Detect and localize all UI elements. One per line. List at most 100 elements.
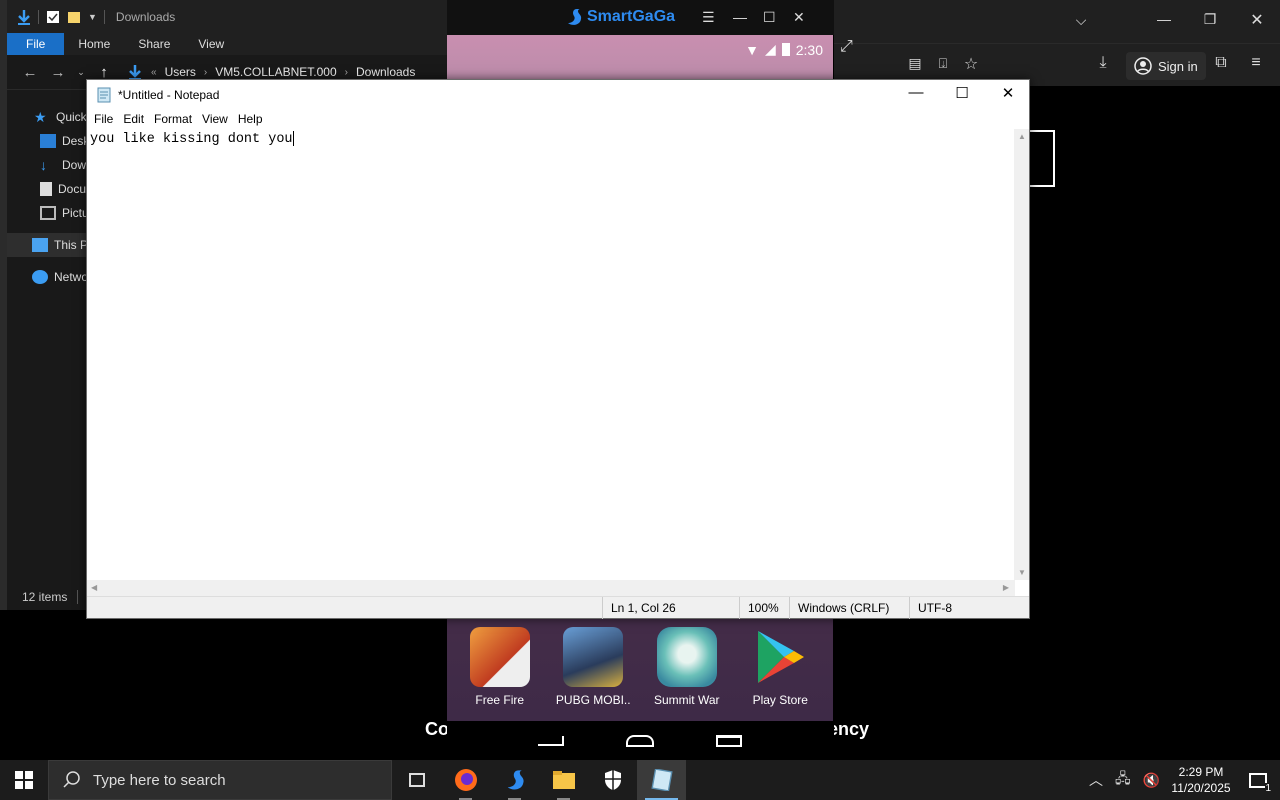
ribbon-tab-home[interactable]: Home	[64, 33, 124, 55]
android-recents-icon[interactable]	[716, 734, 742, 747]
emulator-minimize-icon[interactable]: —	[733, 9, 747, 25]
fullscreen-icon[interactable]: ⤢	[840, 38, 864, 56]
nav-item-this-pc[interactable]: This PC	[7, 233, 87, 257]
smartgaga-swan-icon	[568, 9, 582, 25]
minimize-icon[interactable]: —	[1149, 11, 1179, 27]
task-view-button[interactable]	[392, 760, 441, 800]
nav-item-quick-access[interactable]: ★ Quick access	[7, 105, 87, 129]
back-arrow-icon[interactable]: ←	[21, 64, 39, 81]
emulator-close-icon[interactable]: ✕	[793, 9, 805, 26]
ribbon-tab-file[interactable]: File	[7, 33, 65, 55]
volume-muted-icon[interactable]: 🔇	[1137, 772, 1166, 789]
summit-war-app-icon	[656, 627, 717, 687]
sign-in-button[interactable]: Sign in	[1126, 52, 1206, 80]
breadcrumb-item-user[interactable]: VM5.COLLABNET.000	[215, 65, 336, 79]
breadcrumb-separator-icon[interactable]: ›	[345, 67, 348, 78]
taskbar-clock[interactable]: 2:29 PM 11/20/2025	[1166, 764, 1236, 796]
nav-item-pictures[interactable]: Pictures	[7, 201, 87, 225]
windows-logo-icon	[15, 771, 33, 789]
start-button[interactable]	[0, 760, 48, 800]
free-fire-app-icon	[469, 627, 530, 687]
page-text-left: Co	[425, 719, 449, 739]
network-status-icon[interactable]: 🖧	[1109, 768, 1137, 792]
tab-list-chevron-icon[interactable]: ⌵	[1066, 12, 1096, 29]
browser-titlebar: ⌵ — ❐ ✕	[834, 0, 1280, 43]
taskbar: Type here to search ︿ 🖧 🔇 2:29 PM 11/20/…	[0, 760, 1280, 800]
extensions-icon[interactable]: ⧉	[1206, 54, 1236, 72]
taskbar-smartgaga[interactable]	[490, 760, 539, 800]
app-free-fire[interactable]: Free Fire	[455, 627, 545, 707]
ribbon-tab-view[interactable]: View	[184, 33, 238, 55]
up-arrow-icon[interactable]: ↑	[95, 64, 113, 81]
save-to-pocket-icon[interactable]: ⍗	[928, 55, 958, 72]
app-pubg-mobile[interactable]: PUBG MOBI..	[548, 627, 638, 707]
scroll-left-icon[interactable]: ◀	[91, 583, 97, 592]
menu-file[interactable]: File	[89, 112, 118, 126]
taskbar-firefox[interactable]	[441, 760, 490, 800]
downloads-icon[interactable]: ⤓	[1088, 54, 1118, 72]
reader-mode-icon[interactable]: ▤	[900, 55, 930, 72]
notepad-titlebar: *Untitled - Notepad — ☐ ✕	[87, 80, 1029, 109]
horizontal-scrollbar[interactable]: ◀ ▶	[87, 580, 1015, 596]
menu-view[interactable]: View	[197, 112, 233, 126]
forward-arrow-icon[interactable]: →	[49, 64, 67, 81]
nav-item-documents[interactable]: Documents	[7, 177, 87, 201]
notepad-maximize-icon[interactable]: ☐	[939, 84, 985, 102]
nav-item-label: Downloads	[62, 158, 87, 172]
system-tray: ︿ 🖧 🔇 2:29 PM 11/20/2025 1	[1083, 760, 1280, 800]
wifi-icon: ▼	[745, 41, 759, 58]
menu-help[interactable]: Help	[233, 112, 268, 126]
emulator-menu-icon[interactable]: ☰	[702, 9, 715, 26]
smartgaga-brand-text: SmartGaGa	[587, 8, 676, 25]
line-ending: Windows (CRLF)	[789, 597, 889, 619]
desktop-icon	[40, 134, 56, 148]
properties-icon[interactable]	[46, 10, 60, 24]
show-hidden-icons-chevron-icon[interactable]: ︿	[1083, 770, 1109, 790]
download-arrow-icon[interactable]	[17, 9, 31, 25]
scroll-up-icon[interactable]: ▲	[1018, 132, 1026, 141]
notepad-minimize-icon[interactable]: —	[893, 84, 939, 101]
chevron-down-icon[interactable]: ▼	[88, 12, 97, 22]
android-back-icon[interactable]	[538, 735, 564, 746]
taskbar-security[interactable]	[588, 760, 637, 800]
new-folder-icon[interactable]	[67, 10, 81, 24]
smartgaga-swan-icon	[507, 770, 524, 790]
explorer-ribbon: File Home Share View	[7, 33, 448, 55]
pubg-mobile-app-icon	[563, 627, 624, 687]
taskbar-notepad[interactable]	[637, 760, 686, 800]
restore-icon[interactable]: ❐	[1195, 11, 1225, 28]
taskbar-file-explorer[interactable]	[539, 760, 588, 800]
breadcrumb-separator-icon[interactable]: ›	[204, 67, 207, 78]
menu-hamburger-icon[interactable]: ≡	[1241, 54, 1271, 72]
android-home-icon[interactable]	[626, 734, 654, 747]
ribbon-tab-share[interactable]: Share	[124, 33, 184, 55]
nav-item-network[interactable]: Network	[7, 265, 87, 289]
account-icon	[1134, 57, 1152, 75]
breadcrumb-item-downloads[interactable]: Downloads	[356, 65, 415, 79]
nav-item-label: Pictures	[62, 206, 87, 220]
nav-item-downloads[interactable]: ↓ Downloads	[7, 153, 87, 177]
close-icon[interactable]: ✕	[1242, 10, 1272, 30]
emulator-maximize-icon[interactable]: ☐	[763, 9, 776, 26]
breadcrumb-item-users[interactable]: Users	[165, 65, 196, 79]
taskbar-search-box[interactable]: Type here to search	[48, 760, 392, 800]
menu-format[interactable]: Format	[149, 112, 197, 126]
notepad-text-area[interactable]: you like kissing dont you	[87, 129, 1015, 580]
notepad-close-icon[interactable]: ✕	[985, 84, 1031, 102]
breadcrumb-overflow-icon[interactable]: «	[151, 67, 157, 78]
nav-item-desktop[interactable]: Desktop	[7, 129, 87, 153]
text-caret	[292, 131, 294, 146]
scroll-right-icon[interactable]: ▶	[1003, 583, 1009, 592]
menu-edit[interactable]: Edit	[118, 112, 149, 126]
scroll-down-icon[interactable]: ▼	[1018, 568, 1026, 577]
bookmark-star-icon[interactable]: ☆	[956, 54, 986, 74]
android-status-bar: ▼ ◢ 2:30	[745, 41, 823, 58]
search-placeholder: Type here to search	[93, 771, 226, 789]
app-play-store[interactable]: Play Store	[735, 627, 825, 707]
app-summit-war[interactable]: Summit War	[642, 627, 732, 707]
nav-item-label: Documents	[58, 182, 87, 196]
vertical-scrollbar[interactable]: ▲ ▼	[1014, 129, 1029, 580]
recent-locations-chevron-icon[interactable]: ⌄	[77, 67, 85, 78]
notification-center-button[interactable]: 1	[1236, 760, 1280, 800]
search-icon	[63, 771, 80, 788]
